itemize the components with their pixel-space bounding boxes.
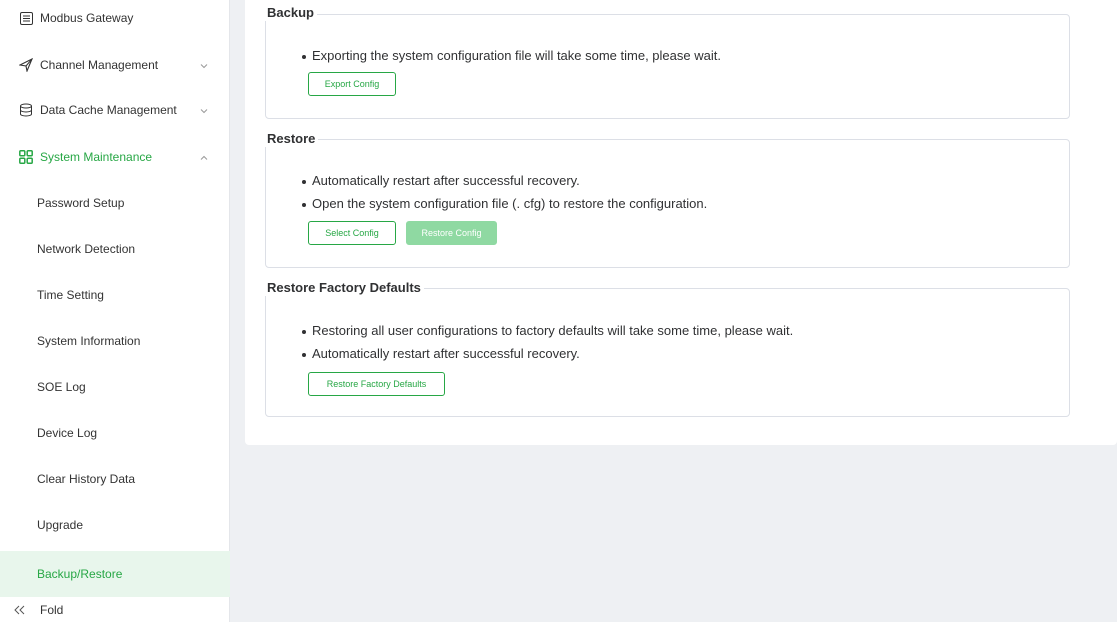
- sidebar-item-label: Network Detection: [37, 242, 136, 256]
- sidebar: Modbus Gateway Channel Management Data C…: [0, 0, 230, 622]
- restore-factory-defaults-button[interactable]: Restore Factory Defaults: [308, 372, 445, 396]
- data-cache-icon: [19, 103, 33, 117]
- backup-title: Backup: [265, 5, 317, 21]
- fold-button[interactable]: Fold: [0, 598, 229, 622]
- sidebar-item-label: Time Setting: [37, 288, 104, 302]
- chevron-down-icon: [199, 60, 209, 70]
- backup-bullet: Exporting the system configuration file …: [302, 48, 721, 63]
- fold-label: Fold: [40, 603, 64, 617]
- sidebar-item-system-information[interactable]: System Information: [0, 318, 229, 364]
- factory-defaults-title: Restore Factory Defaults: [265, 280, 424, 296]
- menu-label: Channel Management: [40, 58, 159, 72]
- factory-bullet: Automatically restart after successful r…: [302, 346, 580, 361]
- sidebar-item-label: Clear History Data: [37, 472, 136, 486]
- double-chevron-left-icon: [14, 605, 26, 615]
- system-maintenance-icon: [19, 150, 33, 164]
- menu-label: Modbus Gateway: [40, 11, 134, 25]
- menu-channel-management[interactable]: Channel Management: [0, 42, 229, 88]
- menu-system-maintenance[interactable]: System Maintenance: [0, 134, 229, 180]
- sidebar-item-backup-restore[interactable]: Backup/Restore: [0, 551, 230, 597]
- restore-title: Restore: [265, 131, 319, 147]
- chevron-down-icon: [199, 105, 209, 115]
- select-config-button[interactable]: Select Config: [308, 221, 396, 245]
- sidebar-item-password-setup[interactable]: Password Setup: [0, 180, 229, 226]
- factory-bullet: Restoring all user configurations to fac…: [301, 323, 794, 338]
- sidebar-item-time-setting[interactable]: Time Setting: [0, 272, 229, 318]
- sidebar-item-label: Backup/Restore: [37, 567, 123, 581]
- menu-label: System Maintenance: [40, 150, 153, 164]
- backup-section: [265, 14, 1070, 119]
- sidebar-item-upgrade[interactable]: Upgrade: [0, 502, 229, 548]
- menu-data-cache-management[interactable]: Data Cache Management: [0, 87, 229, 133]
- sidebar-item-label: System Information: [37, 334, 141, 348]
- restore-config-button[interactable]: Restore Config: [406, 221, 497, 245]
- channel-icon: [19, 58, 33, 72]
- sidebar-item-label: SOE Log: [37, 380, 86, 394]
- restore-bullet: Open the system configuration file (. cf…: [301, 196, 708, 211]
- sidebar-item-label: Password Setup: [37, 196, 125, 210]
- modbus-gateway-icon: [19, 11, 33, 25]
- sidebar-item-label: Device Log: [37, 426, 98, 440]
- sidebar-item-device-log[interactable]: Device Log: [0, 410, 229, 456]
- chevron-up-icon: [199, 152, 209, 162]
- sidebar-item-clear-history-data[interactable]: Clear History Data: [0, 456, 229, 502]
- restore-bullet: Automatically restart after successful r…: [302, 173, 580, 188]
- menu-label: Data Cache Management: [40, 103, 177, 117]
- sidebar-item-soe-log[interactable]: SOE Log: [0, 364, 229, 410]
- menu-modbus-gateway[interactable]: Modbus Gateway: [0, 0, 229, 41]
- sidebar-item-label: Upgrade: [37, 518, 84, 532]
- export-config-button[interactable]: Export Config: [308, 72, 396, 96]
- sidebar-item-network-detection[interactable]: Network Detection: [0, 226, 229, 272]
